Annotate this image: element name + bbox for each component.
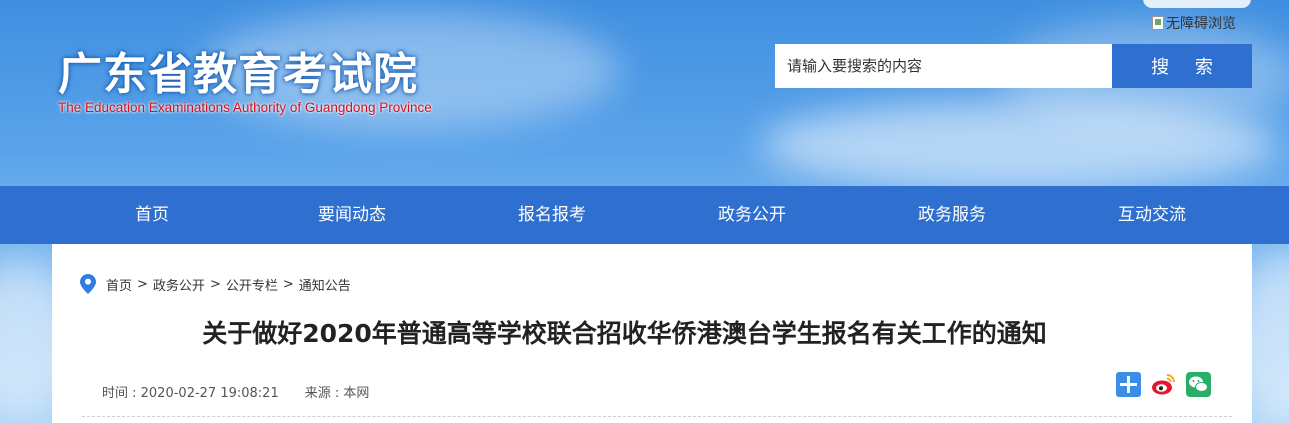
search-input[interactable]: [775, 44, 1112, 88]
wechat-icon[interactable]: [1186, 372, 1211, 397]
breadcrumb-notices[interactable]: 通知公告: [299, 275, 351, 294]
divider: [82, 416, 1232, 417]
breadcrumb: 首页 > 政务公开 > 公开专栏 > 通知公告: [80, 274, 351, 294]
nav-item-interaction[interactable]: 互动交流: [1052, 186, 1252, 244]
breadcrumb-public-column[interactable]: 公开专栏: [226, 275, 278, 294]
accessibility-link[interactable]: 无障碍浏览: [1152, 13, 1236, 33]
breadcrumb-separator: >: [137, 276, 148, 292]
nav-item-government-affairs[interactable]: 政务公开: [652, 186, 852, 244]
location-pin-icon: [80, 274, 96, 294]
article-meta: 时间 : 2020-02-27 19:08:21 来源 : 本网: [102, 382, 395, 401]
article-source: 来源 : 本网: [304, 386, 370, 401]
accessibility-label: 无障碍浏览: [1166, 16, 1236, 32]
article-panel: 首页 > 政务公开 > 公开专栏 > 通知公告 关于做好2020年普通高等学校联…: [52, 244, 1252, 423]
search-button[interactable]: 搜 索: [1112, 44, 1252, 88]
add-share-icon[interactable]: [1116, 372, 1141, 397]
site-header: 广东省教育考试院 The Education Examinations Auth…: [0, 0, 1289, 186]
breadcrumb-separator: >: [209, 276, 221, 292]
site-logo-title[interactable]: 广东省教育考试院: [58, 38, 418, 102]
broken-image-icon: [1152, 16, 1164, 30]
breadcrumb-government-affairs[interactable]: 政务公开: [153, 275, 205, 294]
nav-item-home[interactable]: 首页: [52, 186, 252, 244]
breadcrumb-separator: >: [282, 276, 294, 292]
share-bar: [1116, 372, 1211, 397]
top-pill: [1143, 0, 1251, 8]
article-time: 时间 : 2020-02-27 19:08:21: [102, 386, 279, 401]
nav-item-government-services[interactable]: 政务服务: [852, 186, 1052, 244]
main-nav: 首页 要闻动态 报名报考 政务公开 政务服务 互动交流: [0, 186, 1289, 244]
weibo-icon[interactable]: [1151, 372, 1176, 397]
article-title: 关于做好2020年普通高等学校联合招收华侨港澳台学生报名有关工作的通知: [202, 319, 1047, 348]
nav-item-registration[interactable]: 报名报考: [452, 186, 652, 244]
nav-item-news[interactable]: 要闻动态: [252, 186, 452, 244]
site-logo-subtitle: The Education Examinations Authority of …: [58, 100, 432, 115]
breadcrumb-home[interactable]: 首页: [106, 275, 132, 294]
